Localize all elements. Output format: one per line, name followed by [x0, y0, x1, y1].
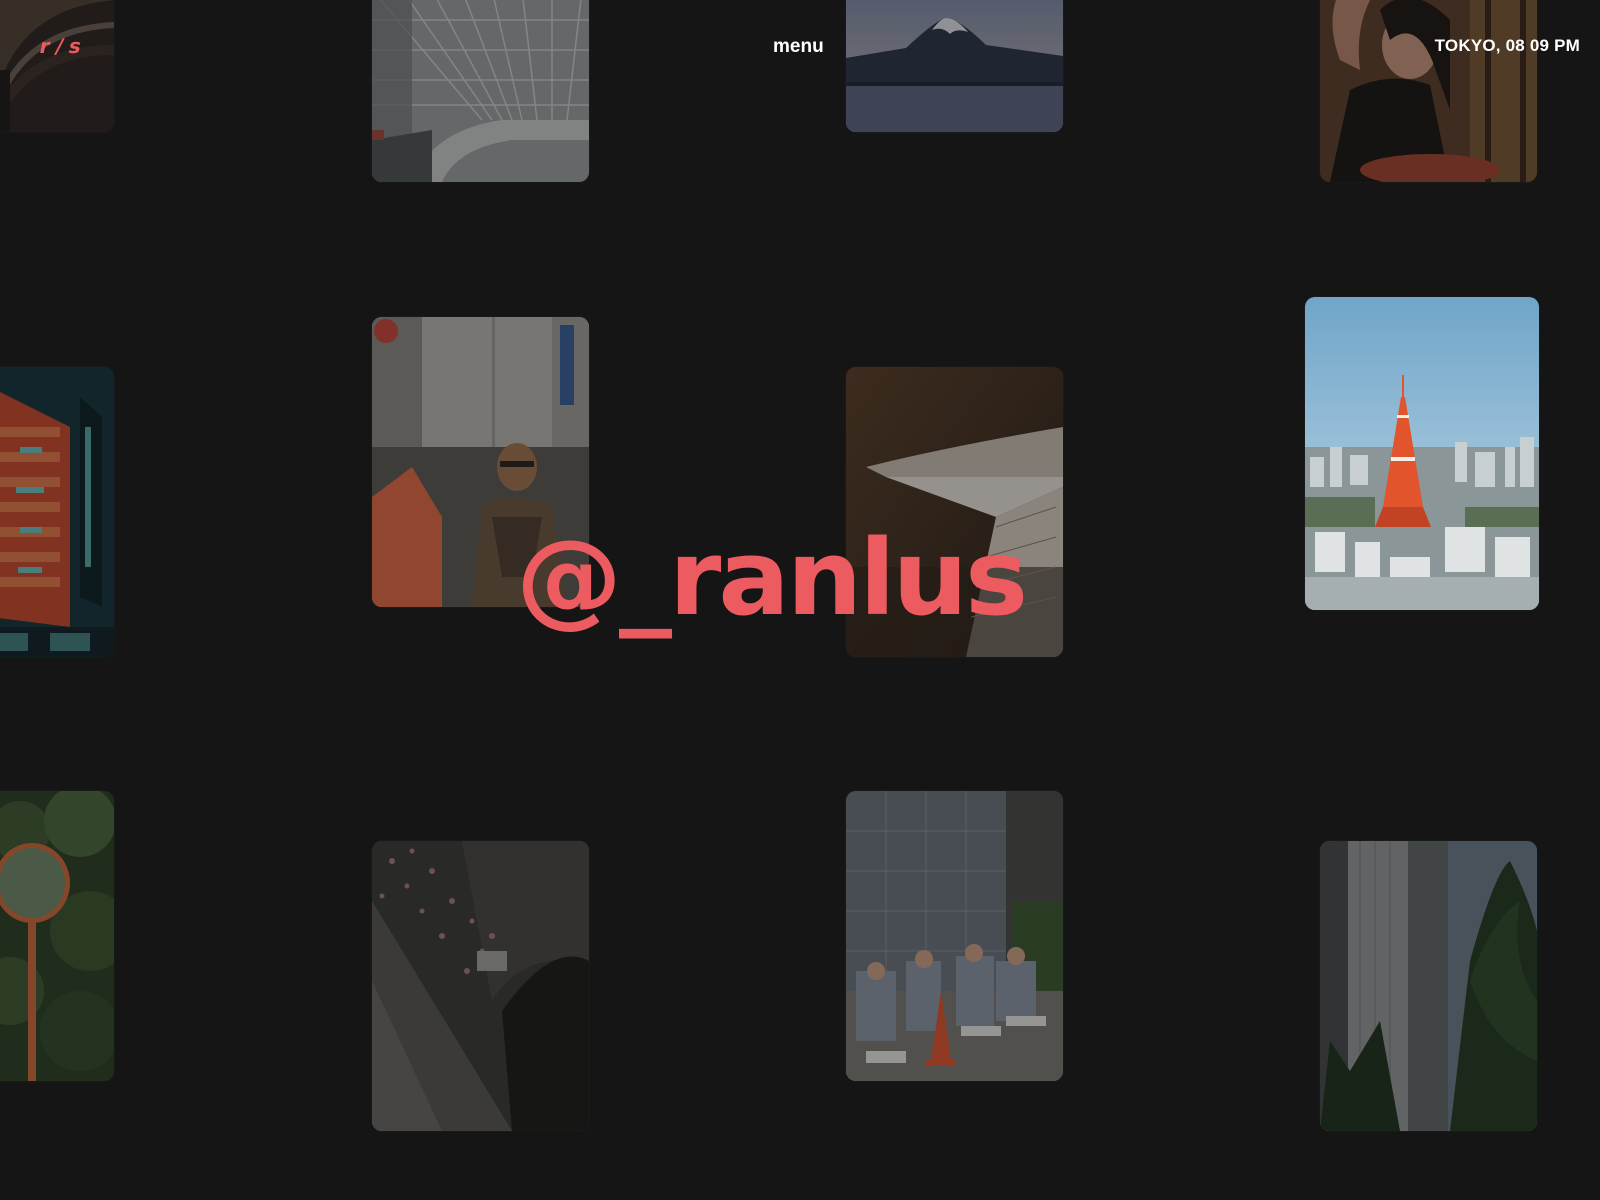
- photo-tokyo-tower[interactable]: [1305, 297, 1539, 610]
- photo-skyscraper-trees[interactable]: [1320, 841, 1537, 1131]
- photo-glass-atrium[interactable]: [372, 0, 589, 182]
- photo-seated-workers[interactable]: [846, 791, 1063, 1081]
- location-time: TOKYO, 08 09 PM: [1434, 36, 1580, 55]
- photo-arch-interior[interactable]: [0, 0, 114, 132]
- photo-portrait-woman[interactable]: [1320, 0, 1537, 182]
- site-logo[interactable]: r/s: [37, 34, 89, 58]
- photo-mount-fuji[interactable]: [846, 0, 1063, 132]
- photo-petals-pavement[interactable]: [372, 841, 589, 1131]
- photo-road-mirror[interactable]: [0, 791, 114, 1081]
- photo-neon-sign[interactable]: [0, 367, 114, 657]
- hero-handle[interactable]: @_ranlus: [516, 526, 1028, 630]
- menu-button[interactable]: menu: [773, 36, 824, 58]
